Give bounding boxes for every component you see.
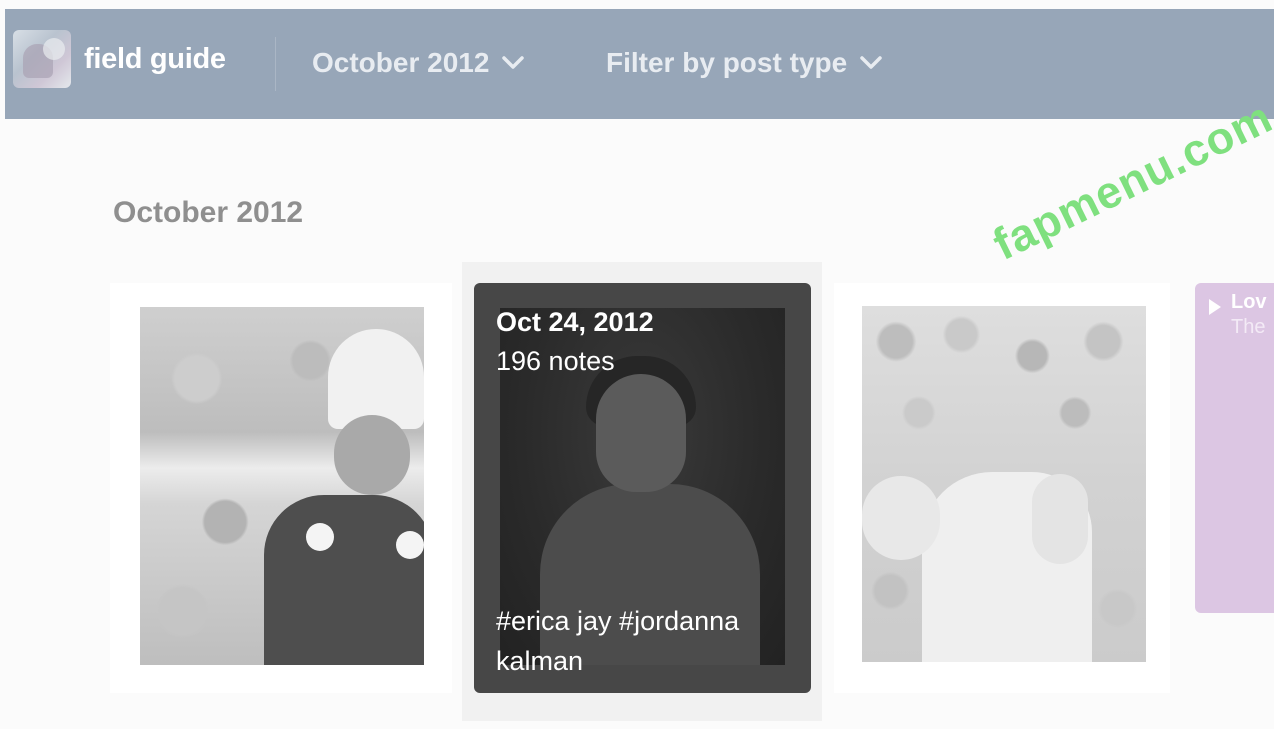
post-tags[interactable]: #erica jay #jordanna kalman [496,601,796,681]
header-divider [275,37,276,91]
post-card-hovered[interactable]: Oct 24, 2012 196 notes #erica jay #jorda… [474,283,811,693]
chevron-down-icon [860,56,882,69]
post-date[interactable]: Oct 24, 2012 [496,307,654,338]
post-type-filter-dropdown[interactable]: Filter by post type [606,47,883,79]
blog-avatar[interactable] [13,30,71,88]
play-icon[interactable] [1209,299,1221,315]
audio-track-title: Lov [1231,291,1267,313]
post-type-filter-label: Filter by post type [606,47,848,78]
post-notes-count[interactable]: 196 notes [496,346,615,377]
blog-title[interactable]: field guide [84,43,226,76]
month-heading: October 2012 [113,196,304,229]
blog-header: field guide October 2012 Filter by post … [5,9,1274,119]
month-selector-dropdown[interactable]: October 2012 [312,47,525,79]
post-photo-child-costume[interactable] [140,307,424,665]
chevron-down-icon [502,56,525,69]
month-selector-label: October 2012 [312,47,490,78]
audio-track-artist: The [1231,316,1266,338]
audio-post-card[interactable]: Lov The [1195,283,1274,613]
post-photo-flowers[interactable] [862,306,1146,662]
